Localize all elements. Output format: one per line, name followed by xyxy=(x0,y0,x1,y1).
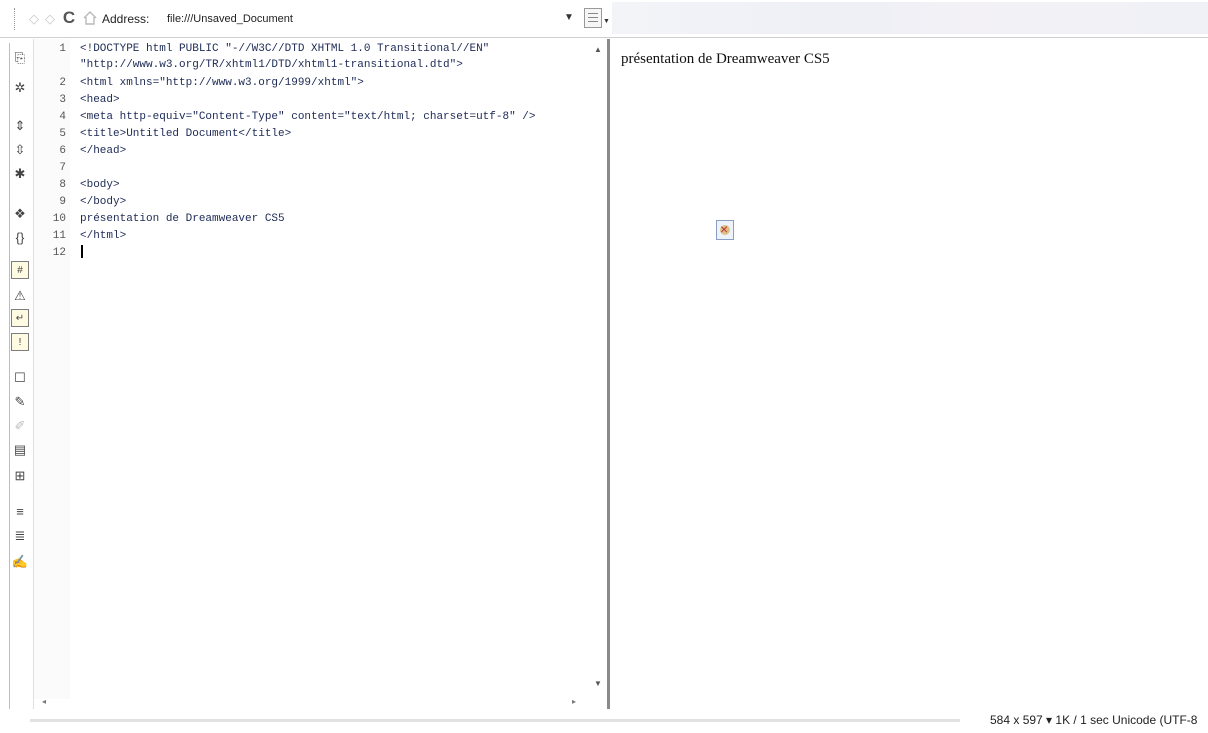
line-number: 12 xyxy=(52,247,66,259)
code-line[interactable]: "http://www.w3.org/TR/xhtml1/DTD/xhtml1-… xyxy=(80,59,463,71)
syntax-error-alerts-icon[interactable]: ! xyxy=(11,333,29,351)
code-line[interactable]: </body> xyxy=(80,196,126,208)
line-number: 8 xyxy=(59,179,66,191)
select-parent-tag-icon[interactable]: ❖ xyxy=(11,205,29,223)
options-dropdown-icon[interactable]: ▼ xyxy=(603,18,610,25)
line-number: 3 xyxy=(59,94,66,106)
code-line[interactable]: <html xmlns="http://www.w3.org/1999/xhtm… xyxy=(80,77,364,89)
line-number: 7 xyxy=(59,162,66,174)
code-line[interactable]: présentation de Dreamweaver CS5 xyxy=(80,213,285,225)
code-line[interactable]: <meta http-equiv="Content-Type" content=… xyxy=(80,111,535,123)
toolbar-grip[interactable] xyxy=(14,8,16,30)
code-line[interactable]: </html> xyxy=(80,230,126,242)
code-line[interactable]: </head> xyxy=(80,145,126,157)
move-css-icon[interactable]: ⊞ xyxy=(11,467,29,485)
line-number: 5 xyxy=(59,128,66,140)
broken-image-icon[interactable] xyxy=(716,220,734,240)
design-view-text[interactable]: présentation de Dreamweaver CS5 xyxy=(621,51,830,68)
line-number: 2 xyxy=(59,77,66,89)
line-number-gutter: 1 2 3 4 5 6 7 8 9 10 11 12 xyxy=(34,39,70,699)
address-toolbar: ◇ ◇ C Address: ▼ ▼ xyxy=(0,0,1208,38)
show-code-navigator-icon[interactable]: ✲ xyxy=(11,79,29,97)
home-icon[interactable] xyxy=(82,10,98,26)
highlight-invalid-code-icon[interactable]: ⚠ xyxy=(11,287,29,305)
balance-braces-icon[interactable]: {} xyxy=(11,229,29,247)
wrap-tag-icon[interactable]: ✐ xyxy=(11,417,29,435)
design-view[interactable]: présentation de Dreamweaver CS5 xyxy=(610,39,1208,709)
expand-all-icon[interactable]: ✱ xyxy=(11,165,29,183)
address-input[interactable] xyxy=(163,8,573,29)
code-vertical-scrollbar[interactable]: ▲ ▼ xyxy=(589,39,607,699)
line-numbers-icon[interactable]: # xyxy=(11,261,29,279)
address-label: Address: xyxy=(102,12,150,26)
back-arrow-icon[interactable]: ◇ xyxy=(26,11,42,27)
text-cursor xyxy=(81,245,83,258)
line-number: 9 xyxy=(59,196,66,208)
forward-arrow-icon[interactable]: ◇ xyxy=(42,11,58,27)
code-view[interactable]: 1 2 3 4 5 6 7 8 9 10 11 12 <!DOCTYPE htm… xyxy=(34,39,607,709)
apply-comment-icon[interactable]: ☐ xyxy=(11,369,29,387)
browser-options-icon[interactable] xyxy=(584,8,602,28)
recent-snippets-icon[interactable]: ▤ xyxy=(11,441,29,459)
scroll-left-icon[interactable]: ◂ xyxy=(42,697,46,706)
line-number: 4 xyxy=(59,111,66,123)
collapse-full-tag-icon[interactable]: ⇕ xyxy=(11,117,29,135)
code-line[interactable]: <!DOCTYPE html PUBLIC "-//W3C//DTD XHTML… xyxy=(80,43,489,55)
line-number: 1 xyxy=(59,43,66,55)
code-line[interactable]: <head> xyxy=(80,94,120,106)
status-bar: 584 x 597 ▾ 1K / 1 sec Unicode (UTF-8 xyxy=(0,709,1208,733)
indent-code-icon[interactable]: ≡ xyxy=(11,503,29,521)
line-number: 11 xyxy=(52,230,66,242)
scroll-right-icon[interactable]: ▸ xyxy=(572,697,576,706)
refresh-icon[interactable]: C xyxy=(60,9,78,27)
word-wrap-icon[interactable]: ↵ xyxy=(11,309,29,327)
document-toolbar-area xyxy=(612,2,1208,34)
scroll-up-icon[interactable]: ▲ xyxy=(594,45,602,54)
coding-toolbar: ⎘ ✲ ⇕ ⇳ ✱ ❖ {} # ⚠ ↵ ! ☐ ✎ ✐ ▤ ⊞ ≡ ≣ ✍ xyxy=(0,39,34,713)
status-info[interactable]: 584 x 597 ▾ 1K / 1 sec Unicode (UTF-8 xyxy=(990,713,1197,727)
scroll-down-icon[interactable]: ▼ xyxy=(594,679,602,688)
code-line[interactable]: <body> xyxy=(80,179,120,191)
open-documents-icon[interactable]: ⎘ xyxy=(11,49,29,67)
line-number: 10 xyxy=(52,213,66,225)
code-horizontal-scrollbar[interactable]: ◂ ▸ xyxy=(34,697,607,709)
code-line[interactable]: <title>Untitled Document</title> xyxy=(80,128,291,140)
remove-comment-icon[interactable]: ✎ xyxy=(11,393,29,411)
tag-selector xyxy=(30,719,960,722)
outdent-code-icon[interactable]: ≣ xyxy=(11,527,29,545)
line-number: 6 xyxy=(59,145,66,157)
chevron-down-icon[interactable]: ▼ xyxy=(564,12,574,23)
collapse-selection-icon[interactable]: ⇳ xyxy=(11,141,29,159)
format-source-code-icon[interactable]: ✍ xyxy=(11,553,29,571)
